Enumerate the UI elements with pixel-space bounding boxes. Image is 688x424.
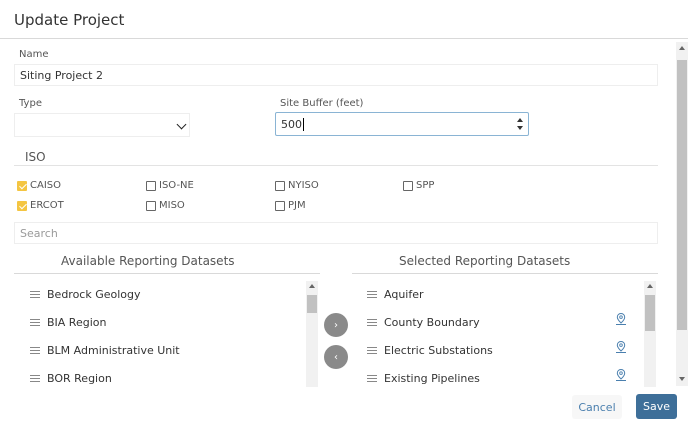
- checkbox-icon[interactable]: [146, 180, 156, 191]
- drag-handle-icon[interactable]: [367, 319, 377, 326]
- type-select[interactable]: [14, 113, 190, 137]
- checkbox-icon[interactable]: [275, 180, 285, 191]
- iso-option-label: NYISO: [288, 180, 319, 191]
- map-pin-icon[interactable]: [614, 368, 628, 382]
- scrollbar-thumb[interactable]: [307, 295, 317, 313]
- iso-checkbox-nyiso[interactable]: NYISO: [275, 180, 319, 191]
- caret-up-icon[interactable]: [309, 284, 315, 288]
- available-datasets-list: Bedrock Geology BIA Region BLM Administr…: [30, 280, 320, 387]
- cancel-button[interactable]: Cancel: [572, 395, 622, 419]
- iso-option-label: ISO-NE: [159, 180, 194, 191]
- title-divider: [0, 38, 688, 39]
- list-item-label: Existing Pipelines: [384, 372, 480, 385]
- iso-option-label: PJM: [288, 200, 306, 211]
- checkbox-checked-icon[interactable]: [17, 200, 27, 211]
- drag-handle-icon[interactable]: [30, 375, 40, 382]
- list-item[interactable]: BIA Region: [30, 316, 106, 329]
- chevron-left-icon: ‹: [334, 351, 338, 363]
- available-divider: [14, 273, 320, 274]
- iso-checkbox-miso[interactable]: MISO: [146, 200, 185, 211]
- checkbox-checked-icon[interactable]: [17, 180, 27, 191]
- save-button[interactable]: Save: [636, 394, 677, 419]
- available-scrollbar[interactable]: [306, 281, 318, 387]
- list-item[interactable]: BOR Region: [30, 372, 112, 385]
- buffer-label: Site Buffer (feet): [280, 98, 364, 109]
- iso-checkbox-ercot[interactable]: ERCOT: [17, 200, 64, 211]
- iso-option-label: MISO: [159, 200, 185, 211]
- list-item-label: Bedrock Geology: [47, 288, 141, 301]
- chevron-right-icon: ›: [334, 319, 338, 331]
- dataset-search-input[interactable]: Search: [14, 222, 658, 244]
- add-to-selected-button[interactable]: ›: [324, 313, 348, 337]
- map-pin-icon[interactable]: [614, 340, 628, 354]
- drag-handle-icon[interactable]: [367, 375, 377, 382]
- dialog-scrollbar[interactable]: [676, 42, 688, 386]
- search-placeholder: Search: [20, 226, 58, 240]
- drag-handle-icon[interactable]: [367, 347, 377, 354]
- iso-checkbox-iso-ne[interactable]: ISO-NE: [146, 180, 194, 191]
- iso-heading: ISO: [25, 150, 46, 164]
- remove-from-selected-button[interactable]: ‹: [324, 345, 348, 369]
- chevron-down-icon: [176, 119, 187, 130]
- list-item[interactable]: Aquifer: [367, 288, 424, 301]
- selected-datasets-list: Aquifer County Boundary Electric Substat…: [367, 280, 647, 387]
- name-label: Name: [19, 49, 49, 60]
- number-stepper[interactable]: [516, 116, 525, 133]
- caret-down-icon[interactable]: [517, 126, 523, 130]
- name-input[interactable]: Siting Project 2: [14, 64, 658, 86]
- caret-up-icon[interactable]: [679, 46, 685, 50]
- list-item-label: Electric Substations: [384, 344, 493, 357]
- buffer-input[interactable]: 500: [275, 112, 529, 136]
- checkbox-icon[interactable]: [275, 200, 285, 211]
- drag-handle-icon[interactable]: [30, 347, 40, 354]
- list-item[interactable]: Bedrock Geology: [30, 288, 141, 301]
- list-item-label: County Boundary: [384, 316, 480, 329]
- list-item-label: BOR Region: [47, 372, 112, 385]
- iso-divider: [14, 165, 658, 166]
- name-value: Siting Project 2: [20, 68, 103, 82]
- iso-option-label: CAISO: [30, 180, 61, 191]
- iso-checkbox-pjm[interactable]: PJM: [275, 200, 306, 211]
- selected-scrollbar[interactable]: [644, 281, 656, 387]
- caret-up-icon[interactable]: [647, 284, 653, 288]
- text-cursor: [303, 117, 304, 131]
- caret-down-icon[interactable]: [679, 377, 685, 381]
- iso-checkbox-spp[interactable]: SPP: [403, 180, 434, 191]
- selected-divider: [352, 273, 658, 274]
- caret-up-icon[interactable]: [517, 118, 523, 122]
- scrollbar-thumb[interactable]: [645, 295, 655, 331]
- list-item-label: Aquifer: [384, 288, 424, 301]
- iso-option-label: SPP: [416, 180, 435, 191]
- checkbox-icon[interactable]: [146, 200, 156, 211]
- iso-option-label: ERCOT: [30, 200, 64, 211]
- map-pin-icon[interactable]: [614, 312, 628, 326]
- list-item-label: BLM Administrative Unit: [47, 344, 180, 357]
- type-label: Type: [19, 98, 42, 109]
- available-datasets-heading: Available Reporting Datasets: [61, 254, 235, 268]
- checkbox-icon[interactable]: [403, 180, 413, 191]
- dialog-title: Update Project: [14, 11, 125, 29]
- drag-handle-icon[interactable]: [30, 291, 40, 298]
- list-item-label: BIA Region: [47, 316, 107, 329]
- scrollbar-thumb[interactable]: [677, 60, 687, 330]
- list-item[interactable]: County Boundary: [367, 316, 480, 329]
- iso-checkbox-caiso[interactable]: CAISO: [17, 180, 61, 191]
- selected-datasets-heading: Selected Reporting Datasets: [399, 254, 571, 268]
- drag-handle-icon[interactable]: [30, 319, 40, 326]
- drag-handle-icon[interactable]: [367, 291, 377, 298]
- list-item[interactable]: Electric Substations: [367, 344, 493, 357]
- list-item[interactable]: Existing Pipelines: [367, 372, 480, 385]
- buffer-value: 500: [281, 117, 302, 131]
- list-item[interactable]: BLM Administrative Unit: [30, 344, 180, 357]
